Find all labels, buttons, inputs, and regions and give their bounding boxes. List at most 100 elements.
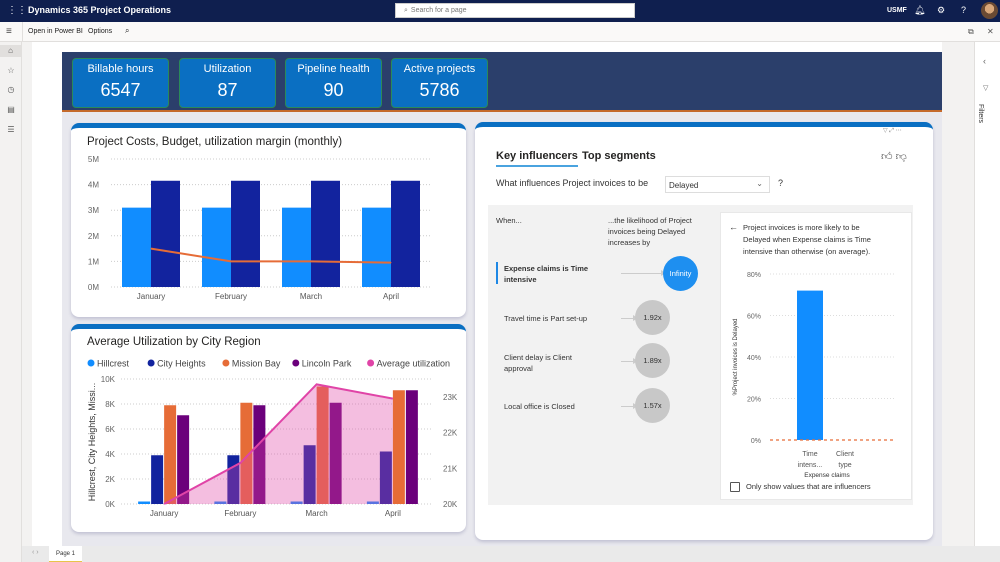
kpi-value: 87 — [217, 80, 238, 100]
tab-key-influencers[interactable]: Key influencers — [496, 150, 578, 167]
thumbs-down-icon[interactable]: 👎︎ — [896, 151, 907, 163]
close-icon[interactable]: ✕ — [987, 27, 994, 36]
line-point — [230, 260, 232, 262]
x-tick-label: April — [383, 292, 399, 301]
kpi-label: Active projects — [403, 63, 476, 75]
legend-marker — [292, 359, 300, 367]
kpi-card-active-projects[interactable]: Active projects 5786 — [391, 58, 488, 108]
x-tick-label: Time — [802, 451, 817, 458]
influencer-row[interactable]: Travel time is Part set-up — [504, 313, 609, 324]
focus-mode-icon[interactable]: ⤢ — [889, 128, 894, 134]
search-icon[interactable]: ⌕ — [125, 26, 129, 36]
bell-icon[interactable]: 🔔︎ — [914, 5, 925, 15]
bar-budget — [311, 180, 340, 287]
influencer-row[interactable]: Expense claims is Time intensive — [504, 263, 609, 285]
legend-label: Mission Bay — [232, 359, 281, 369]
back-arrow-icon[interactable]: ← — [729, 222, 738, 232]
hamburger-menu-icon[interactable]: ≡ — [6, 26, 12, 37]
costs-budget-chart[interactable]: 0M 1M 2M 3M 4M 5M January February March April — [71, 150, 466, 310]
open-in-power-bi-button[interactable]: Open in Power BI — [28, 28, 83, 35]
checkbox-label: Only show values that are influencers — [746, 482, 871, 491]
line-point — [150, 248, 152, 250]
modules-icon[interactable]: ☰ — [5, 124, 17, 136]
influencer-detail-chart[interactable]: 0% 20% 40% 60% 80% %Project invoices is Delay… — [720, 262, 912, 480]
y-tick-label: 1M — [88, 257, 99, 266]
page-nav-arrows[interactable]: ‹ › — [32, 549, 39, 556]
tab-top-segments[interactable]: Top segments — [582, 150, 656, 162]
outcome-dropdown[interactable]: Delayed ⌄ — [665, 176, 770, 193]
bar-budget — [151, 180, 180, 287]
y-tick-label: 4M — [88, 181, 99, 190]
options-button[interactable]: Options — [88, 28, 112, 35]
page-navigation-bar: ‹ › Page 1 — [22, 546, 1000, 562]
x-axis-label: Expense claims — [804, 472, 850, 479]
kpi-card-pipeline-health[interactable]: Pipeline health 90 — [285, 58, 382, 108]
collapse-chevron-icon[interactable]: ‹ — [983, 56, 986, 66]
y-tick-label: 4K — [105, 450, 115, 459]
utilization-by-region-chart[interactable]: Hillcrest City Heights Mission Bay Lincoln … — [71, 352, 466, 527]
line-point — [310, 260, 312, 262]
company-selector[interactable]: USMF — [887, 7, 907, 14]
thumbs-up-icon[interactable]: 👍︎ — [881, 151, 893, 163]
header-line: increases by — [608, 238, 651, 247]
kpi-label: Pipeline health — [297, 63, 370, 75]
header-line: invoices being Delayed — [608, 227, 686, 236]
page-tab[interactable]: Page 1 — [49, 546, 82, 562]
header-line: ...the likelihood of Project — [608, 216, 692, 225]
influencer-row[interactable]: Local office is Closed — [504, 401, 609, 412]
waffle-icon[interactable]: ⋮⋮ — [7, 6, 27, 16]
y-tick-label: 0% — [751, 438, 761, 445]
filters-pane[interactable]: ‹ ▽ Filters — [974, 42, 1000, 546]
y-axis-label: Hillcrest, City Heights, Missi... — [87, 383, 97, 502]
arrow-connector — [621, 403, 638, 409]
question-mark: ? — [778, 178, 784, 188]
bar-mission-bay — [392, 390, 405, 504]
influencer-bubble[interactable]: Infinity — [663, 256, 698, 291]
bar-hillcrest — [138, 501, 151, 504]
avatar[interactable] — [981, 2, 998, 19]
gear-icon[interactable]: ⚙ — [937, 5, 945, 15]
influencer-label: intensive — [504, 275, 537, 284]
y-tick-label: 40% — [747, 355, 761, 362]
influencer-bubble[interactable]: 1.92x — [635, 300, 670, 335]
legend-marker — [367, 359, 375, 367]
x-tick-label: January — [137, 292, 165, 301]
popout-icon[interactable]: ⧉ — [968, 27, 974, 37]
filters-label: Filters — [977, 104, 984, 124]
influencer-bubble[interactable]: 1.89x — [635, 343, 670, 378]
dropdown-value: Delayed — [669, 181, 699, 190]
legend-marker — [87, 359, 95, 367]
recent-icon[interactable]: ◷ — [5, 84, 17, 96]
bar-budget — [391, 180, 420, 287]
feedback-buttons: 👍︎ 👎︎ — [881, 150, 907, 163]
only-influencers-checkbox[interactable] — [730, 482, 740, 492]
home-icon[interactable]: ⌂ — [0, 45, 21, 57]
kpi-banner: Billable hours 6547 Utilization 87 Pipel… — [62, 52, 942, 112]
influencer-bubble[interactable]: 1.57x — [635, 388, 670, 423]
search-input[interactable]: ⌕ Search for a page — [395, 3, 635, 18]
detail-line: intensive than otherwise (on average). — [743, 247, 871, 256]
chart-title: Project Costs, Budget, utilization margi… — [87, 136, 343, 148]
y-tick-label: 2M — [88, 232, 99, 241]
bar-mission-bay — [164, 405, 177, 504]
x-tick-label: March — [300, 292, 322, 301]
more-options-icon[interactable]: ⋯ — [896, 128, 902, 134]
x-tick-label: Client — [836, 451, 854, 458]
filter-icon: ▽ — [983, 85, 989, 92]
visual-header-icons[interactable]: ▽ ⤢ ⋯ — [883, 127, 902, 135]
help-icon[interactable]: ? — [961, 5, 966, 15]
influencer-label: Travel time is Part set-up — [504, 314, 588, 323]
filter-icon[interactable]: ▽ — [883, 128, 888, 134]
command-bar: ≡ Open in Power BI Options ⌕ ⧉ ✕ — [0, 22, 1000, 42]
bar-lincoln-park — [405, 390, 418, 504]
y-tick-label: 8K — [105, 400, 115, 409]
legend-label: Lincoln Park — [302, 359, 352, 369]
chevron-down-icon: ⌄ — [756, 179, 763, 188]
favorites-icon[interactable]: ☆ — [5, 65, 17, 77]
bar-costs — [202, 207, 231, 287]
kpi-card-billable-hours[interactable]: Billable hours 6547 — [72, 58, 169, 108]
workspaces-icon[interactable]: ▤ — [5, 104, 17, 116]
influencer-row[interactable]: Client delay is Client approval — [504, 352, 609, 374]
search-placeholder: Search for a page — [410, 7, 467, 14]
kpi-card-utilization[interactable]: Utilization 87 — [179, 58, 276, 108]
